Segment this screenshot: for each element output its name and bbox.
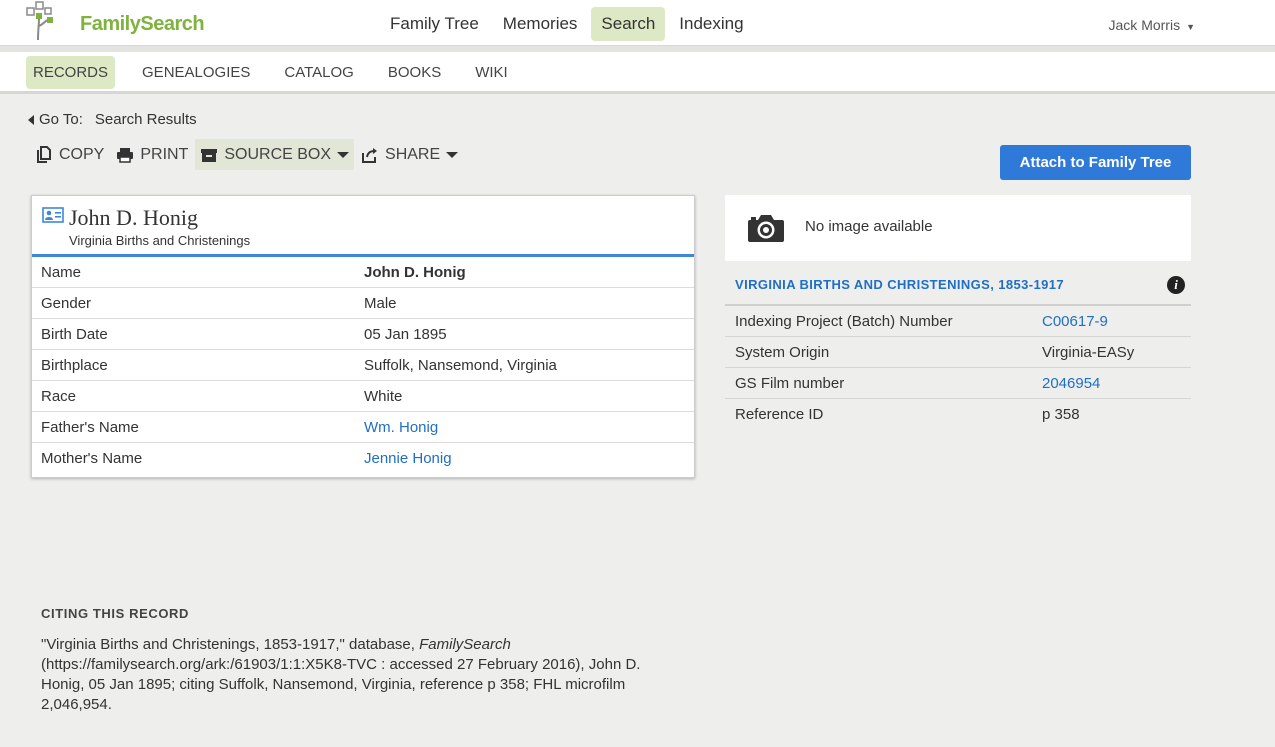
person-card-icon bbox=[42, 207, 64, 223]
subnav-wiki[interactable]: WIKI bbox=[468, 56, 515, 89]
nav-indexing[interactable]: Indexing bbox=[669, 7, 753, 41]
info-value: p 358 bbox=[1042, 406, 1080, 423]
collection-info-table: Indexing Project (Batch) Number C00617-9… bbox=[725, 304, 1191, 430]
camera-icon bbox=[748, 215, 784, 242]
record-collection-name[interactable]: Virginia Births and Christenings bbox=[69, 233, 250, 248]
subnav-genealogies[interactable]: GENEALOGIES bbox=[135, 56, 257, 89]
record-image-panel: No image available bbox=[725, 195, 1191, 261]
record-row: Birthplace Suffolk, Nansemond, Virginia bbox=[32, 350, 694, 381]
mother-name-link[interactable]: Jennie Honig bbox=[364, 450, 452, 467]
chevron-down-icon bbox=[337, 151, 350, 158]
search-results-link[interactable]: Search Results bbox=[95, 111, 197, 128]
field-label: Father's Name bbox=[41, 418, 139, 436]
share-icon bbox=[362, 147, 378, 163]
info-label: Reference ID bbox=[735, 406, 824, 423]
copy-button[interactable]: COPY bbox=[30, 139, 109, 170]
source-box-icon bbox=[201, 148, 218, 162]
record-row: Gender Male bbox=[32, 288, 694, 319]
citation-source-italic: FamilySearch bbox=[419, 636, 511, 653]
logo-wordmark: FamilySearch bbox=[80, 13, 205, 35]
field-value: White bbox=[364, 387, 403, 405]
subnav-catalog[interactable]: CATALOG bbox=[277, 56, 360, 89]
field-value: John D. Honig bbox=[364, 263, 466, 281]
family-tree-logo-icon bbox=[26, 1, 53, 41]
user-name: Jack Morris bbox=[1108, 17, 1181, 33]
film-number-link[interactable]: 2046954 bbox=[1042, 375, 1100, 392]
familysearch-logo[interactable]: FamilySearch bbox=[25, 0, 205, 42]
info-label: Indexing Project (Batch) Number bbox=[735, 312, 953, 330]
top-header: FamilySearch Family Tree Memories Search… bbox=[0, 0, 1275, 46]
attach-to-family-tree-button[interactable]: Attach to Family Tree bbox=[1000, 145, 1191, 180]
breadcrumb: Go To: Search Results bbox=[28, 111, 197, 128]
collection-info-row: System Origin Virginia-EASy bbox=[725, 337, 1191, 368]
user-menu[interactable]: Jack Morris ▼ bbox=[1109, 17, 1195, 33]
field-value: Male bbox=[364, 294, 397, 312]
info-icon[interactable]: i bbox=[1167, 276, 1185, 294]
citation-heading: CITING THIS RECORD bbox=[41, 606, 190, 621]
record-row: Mother's Name Jennie Honig bbox=[32, 443, 694, 474]
back-arrow-icon bbox=[28, 114, 34, 125]
collection-title-link[interactable]: VIRGINIA BIRTHS AND CHRISTENINGS, 1853-1… bbox=[735, 277, 1064, 292]
search-subnav: RECORDS GENEALOGIES CATALOG BOOKS WIKI bbox=[0, 52, 1275, 94]
print-icon bbox=[117, 147, 134, 163]
copy-icon bbox=[37, 145, 51, 163]
goto-label: Go To: bbox=[39, 111, 83, 128]
field-label: Mother's Name bbox=[41, 450, 143, 467]
father-name-link[interactable]: Wm. Honig bbox=[364, 419, 438, 436]
collection-info-row: GS Film number 2046954 bbox=[725, 368, 1191, 399]
nav-memories[interactable]: Memories bbox=[493, 7, 588, 41]
info-label: System Origin bbox=[735, 343, 830, 361]
collection-info-row: Indexing Project (Batch) Number C00617-9 bbox=[725, 306, 1191, 337]
chevron-down-icon bbox=[446, 151, 459, 158]
info-label: GS Film number bbox=[735, 374, 845, 392]
field-value: Suffolk, Nansemond, Virginia bbox=[364, 356, 557, 374]
share-button[interactable]: SHARE bbox=[356, 139, 463, 170]
field-label: Name bbox=[41, 263, 82, 281]
citation-text: "Virginia Births and Christenings, 1853-… bbox=[41, 635, 666, 715]
print-button[interactable]: PRINT bbox=[111, 139, 193, 170]
citation-part: (https://familysearch.org/ark:/61903/1:1… bbox=[41, 656, 641, 713]
field-value: 05 Jan 1895 bbox=[364, 325, 447, 343]
record-row: Race White bbox=[32, 381, 694, 412]
share-label: SHARE bbox=[385, 145, 441, 163]
record-toolbar: COPY PRINT SOURCE BOX SHARE bbox=[30, 139, 465, 170]
record-row: Name John D. Honig bbox=[32, 257, 694, 288]
record-person-name: John D. Honig bbox=[69, 205, 198, 230]
subnav-books[interactable]: BOOKS bbox=[381, 56, 448, 89]
source-box-button[interactable]: SOURCE BOX bbox=[195, 139, 355, 170]
copy-label: COPY bbox=[59, 145, 105, 163]
field-label: Race bbox=[41, 387, 77, 405]
main-nav: Family Tree Memories Search Indexing bbox=[380, 7, 758, 41]
collection-info-row: Reference ID p 358 bbox=[725, 399, 1191, 430]
subnav-records[interactable]: RECORDS bbox=[26, 56, 116, 89]
chevron-down-icon: ▼ bbox=[1186, 22, 1195, 32]
record-row: Father's Name Wm. Honig bbox=[32, 412, 694, 443]
nav-search[interactable]: Search bbox=[591, 7, 666, 41]
batch-number-link[interactable]: C00617-9 bbox=[1042, 313, 1108, 330]
print-label: PRINT bbox=[140, 145, 189, 163]
record-row: Birth Date 05 Jan 1895 bbox=[32, 319, 694, 350]
nav-family-tree[interactable]: Family Tree bbox=[380, 7, 489, 41]
field-label: Gender bbox=[41, 294, 92, 312]
field-label: Birthplace bbox=[41, 356, 108, 374]
record-header: John D. Honig Virginia Births and Christ… bbox=[32, 196, 694, 257]
info-value: Virginia-EASy bbox=[1042, 343, 1135, 361]
record-card: John D. Honig Virginia Births and Christ… bbox=[31, 195, 695, 478]
source-box-label: SOURCE BOX bbox=[224, 145, 332, 163]
field-label: Birth Date bbox=[41, 325, 108, 343]
citation-part: "Virginia Births and Christenings, 1853-… bbox=[41, 636, 420, 653]
no-image-text: No image available bbox=[805, 218, 933, 235]
